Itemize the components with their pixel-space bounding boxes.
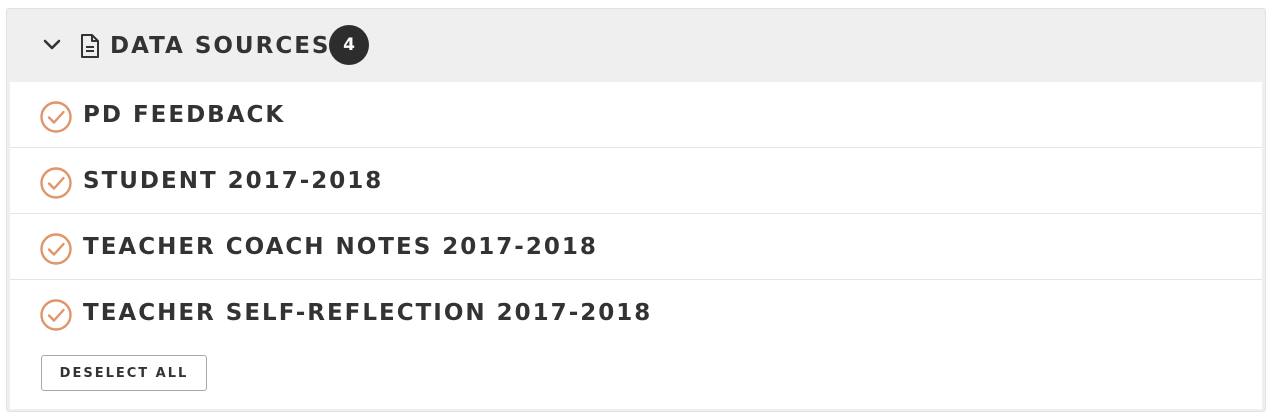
document-icon: [81, 34, 99, 58]
data-source-label: TEACHER SELF-REFLECTION 2017-2018: [83, 300, 653, 326]
check-circle-icon[interactable]: [39, 166, 73, 200]
data-sources-header[interactable]: DATA SOURCES 4: [7, 9, 1265, 82]
data-source-label: TEACHER COACH NOTES 2017-2018: [83, 234, 598, 260]
data-source-item[interactable]: STUDENT 2017-2018: [10, 148, 1262, 214]
data-sources-panel: DATA SOURCES 4 PD FEEDBACK STUDENT 2017-…: [6, 8, 1266, 412]
section-title: DATA SOURCES: [110, 33, 331, 59]
data-source-item[interactable]: TEACHER COACH NOTES 2017-2018: [10, 214, 1262, 280]
count-badge: 4: [329, 25, 369, 65]
data-source-label: STUDENT 2017-2018: [83, 168, 384, 194]
data-source-label: PD FEEDBACK: [83, 102, 286, 128]
data-sources-list: PD FEEDBACK STUDENT 2017-2018 TEACHER CO…: [10, 82, 1262, 409]
check-circle-icon[interactable]: [39, 232, 73, 266]
deselect-all-button[interactable]: DESELECT ALL: [41, 355, 207, 391]
check-circle-icon[interactable]: [39, 100, 73, 134]
chevron-down-icon[interactable]: [41, 33, 63, 55]
data-source-item[interactable]: PD FEEDBACK: [10, 82, 1262, 148]
check-circle-icon[interactable]: [39, 298, 73, 332]
data-source-item[interactable]: TEACHER SELF-REFLECTION 2017-2018: [10, 280, 1262, 346]
